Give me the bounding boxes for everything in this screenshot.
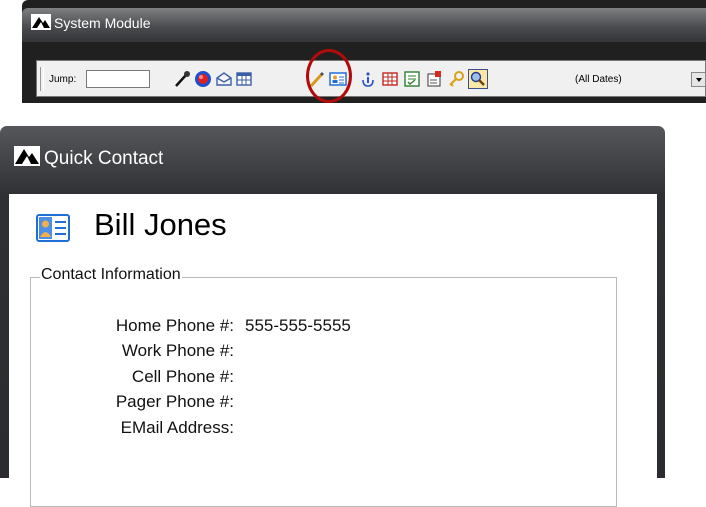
jump-input[interactable] xyxy=(86,70,150,88)
highlight-circle xyxy=(306,49,352,103)
email-address-label: EMail Address: xyxy=(120,418,234,437)
contact-info-heading: Contact Information xyxy=(40,266,182,284)
search-icon[interactable] xyxy=(468,69,488,89)
contact-name: Bill Jones xyxy=(94,207,227,242)
checklist-icon[interactable] xyxy=(403,70,421,88)
quick-contact-body: Bill Jones Contact Information Home Phon… xyxy=(9,194,657,507)
grid-icon[interactable] xyxy=(235,70,253,88)
cell-phone-label: Cell Phone #: xyxy=(131,367,234,386)
quick-contact-window: Quick Contact Bill Jones Contact Informa… xyxy=(0,126,665,507)
contact-card-icon xyxy=(36,214,70,242)
globe-icon[interactable] xyxy=(194,70,212,88)
mountain-logo-icon xyxy=(14,146,40,166)
info-icon[interactable] xyxy=(359,70,377,88)
key-icon[interactable] xyxy=(447,70,465,88)
notepad-icon[interactable] xyxy=(425,70,443,88)
date-filter-dropdown-button[interactable] xyxy=(691,72,706,87)
toolbar: Jump: (All Dates) xyxy=(36,60,706,97)
toolbar-grip[interactable] xyxy=(40,67,44,91)
work-phone-label: Work Phone #: xyxy=(121,341,234,360)
pen-icon[interactable] xyxy=(173,70,191,88)
table-icon[interactable] xyxy=(381,70,399,88)
jump-label: Jump: xyxy=(49,74,77,85)
system-module-window: System Module Jump: (All Dates) xyxy=(22,0,706,103)
home-phone-label: Home Phone #: xyxy=(115,316,234,335)
envelope-icon[interactable] xyxy=(215,70,233,88)
date-filter-value[interactable]: (All Dates) xyxy=(575,74,622,85)
mountain-logo-icon xyxy=(31,14,51,30)
system-module-title: System Module xyxy=(54,15,151,31)
pager-phone-label: Pager Phone #: xyxy=(115,392,234,411)
quick-contact-title: Quick Contact xyxy=(44,148,164,169)
home-phone-value: 555-555-5555 xyxy=(245,316,351,335)
